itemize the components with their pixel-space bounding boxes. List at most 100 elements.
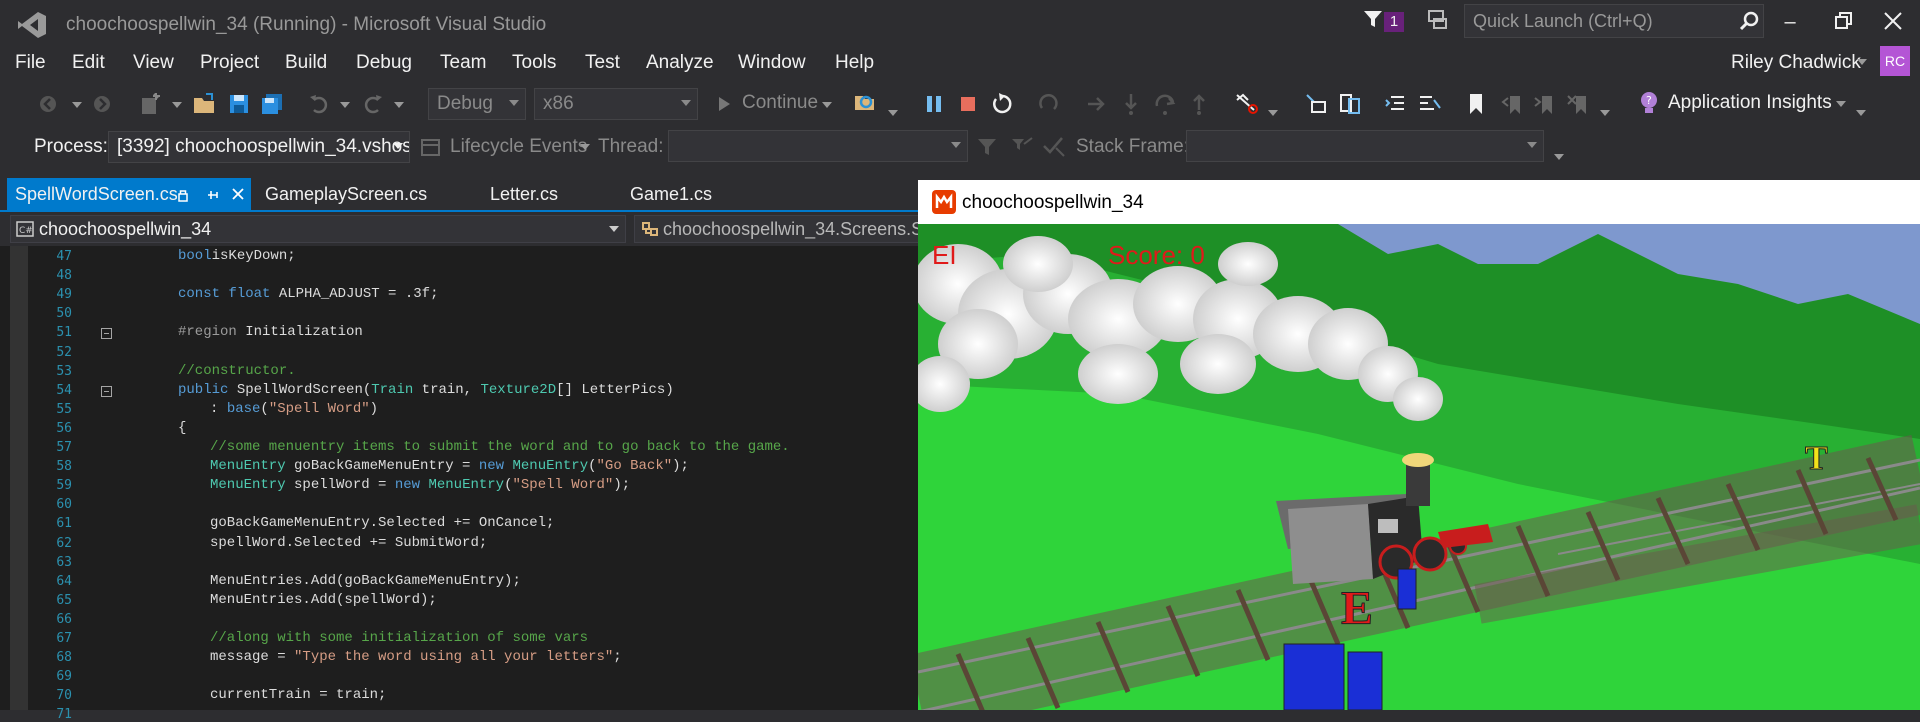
clear-bookmarks-icon[interactable] bbox=[1566, 92, 1590, 116]
thread-dropdown[interactable] bbox=[668, 130, 968, 162]
comment-lines-icon[interactable] bbox=[1384, 94, 1406, 114]
toggle-external-code-icon[interactable] bbox=[1042, 134, 1066, 158]
parallel-stacks-icon[interactable] bbox=[1338, 92, 1362, 116]
show-next-statement-icon[interactable] bbox=[1086, 94, 1108, 114]
indicator-margin[interactable] bbox=[10, 246, 28, 710]
application-insights-button[interactable]: Application Insights bbox=[1668, 92, 1832, 114]
quick-launch-box[interactable]: Quick Launch (Ctrl+Q) bbox=[1464, 4, 1764, 38]
menu-window[interactable]: Window bbox=[738, 52, 806, 74]
process-dropdown[interactable]: [3392] choochoospellwin_34.vshos bbox=[108, 131, 410, 163]
solution-configuration-dropdown[interactable]: Debug bbox=[428, 88, 526, 120]
menu-build[interactable]: Build bbox=[285, 52, 327, 74]
browser-link-caret[interactable] bbox=[888, 110, 898, 116]
undo-icon[interactable] bbox=[308, 92, 330, 114]
new-project-caret[interactable] bbox=[172, 102, 182, 108]
redo-caret[interactable] bbox=[394, 102, 404, 108]
close-tab-icon[interactable] bbox=[231, 187, 245, 201]
next-bookmark-icon[interactable] bbox=[1532, 92, 1556, 116]
menu-test[interactable]: Test bbox=[585, 52, 620, 74]
back-dropdown-caret[interactable] bbox=[72, 102, 82, 108]
stop-debugging-icon[interactable] bbox=[958, 94, 978, 114]
continue-play-icon[interactable] bbox=[716, 94, 732, 114]
break-all-icon[interactable] bbox=[924, 94, 944, 114]
avatar[interactable]: RC bbox=[1880, 46, 1910, 76]
step-into-icon[interactable] bbox=[1122, 92, 1140, 116]
restore-button[interactable] bbox=[1832, 10, 1854, 32]
tab-gameplayscreen[interactable]: GameplayScreen.cs bbox=[257, 178, 427, 210]
tab-game1[interactable]: Game1.cs bbox=[622, 178, 712, 210]
code-line[interactable]: { bbox=[178, 420, 186, 436]
collapse-region-icon[interactable] bbox=[101, 328, 112, 340]
previous-bookmark-icon[interactable] bbox=[1500, 92, 1524, 116]
tab-letter[interactable]: Letter.cs bbox=[482, 178, 558, 210]
code-line[interactable]: spellWord.Selected += SubmitWord; bbox=[210, 535, 487, 551]
lifecycle-events-button[interactable]: Lifecycle Events bbox=[450, 136, 587, 158]
quick-launch-input[interactable]: Quick Launch (Ctrl+Q) bbox=[1473, 11, 1653, 32]
menu-help[interactable]: Help bbox=[835, 52, 874, 74]
project-nav-dropdown[interactable]: C# choochoospellwin_34 bbox=[10, 215, 626, 243]
stack-frame-dropdown[interactable] bbox=[1186, 130, 1544, 162]
filter-feedback-icon[interactable] bbox=[1362, 8, 1384, 30]
bookmark-icon[interactable] bbox=[1466, 92, 1486, 116]
continue-button[interactable]: Continue bbox=[742, 92, 818, 114]
code-line[interactable]: //constructor. bbox=[178, 363, 296, 379]
show-threads-icon[interactable] bbox=[1304, 92, 1328, 116]
type-nav-dropdown[interactable]: choochoospellwin_34.Screens.Sp bbox=[634, 215, 924, 243]
code-line[interactable]: #region Initialization bbox=[178, 324, 363, 340]
game-window-titlebar[interactable]: choochoospellwin_34 bbox=[918, 180, 1920, 224]
code-line[interactable]: //along with some initialization of some… bbox=[210, 630, 588, 646]
code-line[interactable]: : base("Spell Word") bbox=[210, 401, 378, 417]
save-all-icon[interactable] bbox=[260, 92, 286, 116]
step-over-icon[interactable] bbox=[1154, 92, 1176, 116]
menu-file[interactable]: File bbox=[15, 52, 46, 74]
code-line[interactable]: goBackGameMenuEntry.Selected += OnCancel… bbox=[210, 515, 554, 531]
continue-caret[interactable] bbox=[822, 102, 832, 108]
code-line[interactable]: const float ALPHA_ADJUST = .3f; bbox=[178, 286, 438, 302]
code-line[interactable]: MenuEntries.Add(spellWord); bbox=[210, 592, 437, 608]
solution-platform-dropdown[interactable]: x86 bbox=[534, 88, 698, 120]
save-icon[interactable] bbox=[228, 92, 250, 116]
exception-settings-icon[interactable] bbox=[1234, 90, 1260, 116]
game-viewport[interactable]: E T EI Score: 0 bbox=[918, 224, 1920, 710]
user-menu-caret[interactable] bbox=[1857, 59, 1867, 65]
tab-spellwordscreen[interactable]: SpellWordScreen.cs bbox=[7, 178, 251, 210]
application-insights-caret[interactable] bbox=[1836, 101, 1846, 107]
close-window-button[interactable] bbox=[1882, 10, 1904, 32]
minimize-button[interactable]: – bbox=[1768, 6, 1812, 38]
feedback-icon[interactable] bbox=[1426, 8, 1450, 32]
toolbar-overflow-caret[interactable] bbox=[1856, 110, 1866, 116]
search-icon[interactable] bbox=[1739, 11, 1759, 31]
navigate-back-icon[interactable] bbox=[38, 94, 58, 114]
menu-edit[interactable]: Edit bbox=[72, 52, 105, 74]
menu-project[interactable]: Project bbox=[200, 52, 259, 74]
application-insights-icon[interactable]: ? bbox=[1636, 90, 1662, 116]
menu-debug[interactable]: Debug bbox=[356, 52, 412, 74]
menu-tools[interactable]: Tools bbox=[512, 52, 556, 74]
code-line[interactable]: message = "Type the word using all your … bbox=[210, 649, 622, 665]
new-project-icon[interactable] bbox=[138, 92, 162, 116]
pin-tab-icon[interactable] bbox=[205, 187, 221, 203]
restart-icon[interactable] bbox=[990, 92, 1014, 116]
code-line[interactable]: MenuEntry goBackGameMenuEntry = new Menu… bbox=[210, 458, 689, 474]
exception-settings-caret[interactable] bbox=[1268, 110, 1278, 116]
undo-caret[interactable] bbox=[340, 102, 350, 108]
debug-location-overflow-caret[interactable] bbox=[1554, 154, 1564, 160]
hot-reload-icon[interactable] bbox=[1038, 92, 1060, 114]
uncomment-lines-icon[interactable] bbox=[1418, 94, 1442, 116]
step-out-icon[interactable] bbox=[1190, 92, 1208, 116]
lifecycle-events-caret[interactable] bbox=[580, 144, 590, 150]
menu-analyze[interactable]: Analyze bbox=[646, 52, 714, 74]
code-line[interactable]: MenuEntry spellWord = new MenuEntry("Spe… bbox=[210, 477, 630, 493]
code-line[interactable]: currentTrain = train; bbox=[210, 687, 386, 703]
menu-team[interactable]: Team bbox=[440, 52, 486, 74]
navigate-forward-icon[interactable] bbox=[92, 94, 112, 114]
code-line[interactable]: public SpellWordScreen(Train train, Text… bbox=[178, 382, 674, 398]
code-line[interactable]: MenuEntries.Add(goBackGameMenuEntry); bbox=[210, 573, 521, 589]
browser-link-icon[interactable] bbox=[852, 90, 878, 116]
show-flagged-threads-icon[interactable] bbox=[1010, 134, 1034, 158]
bookmarks-caret[interactable] bbox=[1600, 110, 1610, 116]
redo-icon[interactable] bbox=[362, 92, 384, 114]
code-line[interactable]: boolisKeyDown; bbox=[178, 248, 296, 264]
user-name[interactable]: Riley Chadwick bbox=[1731, 52, 1861, 74]
menu-view[interactable]: View bbox=[133, 52, 174, 74]
